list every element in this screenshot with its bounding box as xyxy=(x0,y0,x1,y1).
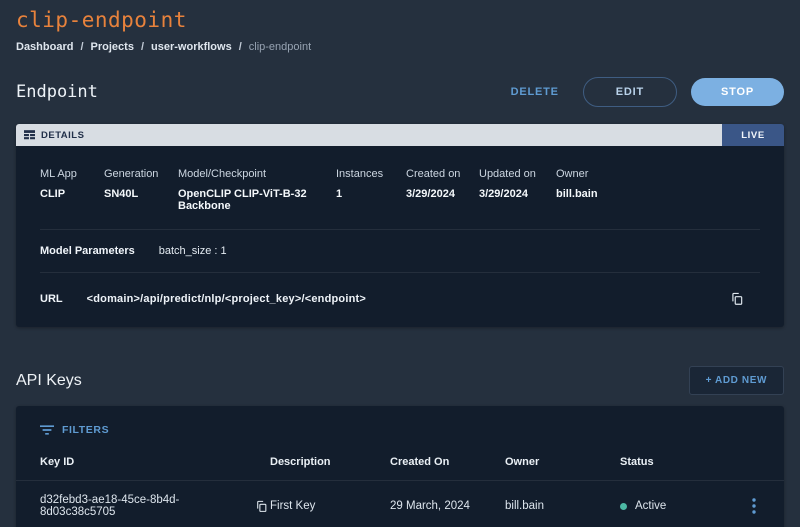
detail-field-ml-app: ML App CLIP xyxy=(40,168,104,212)
detail-field-updated-on: Updated on 3/29/2024 xyxy=(479,168,556,212)
detail-field-created-on: Created on 3/29/2024 xyxy=(406,168,479,212)
api-keys-table-header: Key ID Description Created On Owner Stat… xyxy=(16,442,784,480)
status-cell: Active xyxy=(620,500,736,512)
api-keys-title: API Keys xyxy=(16,372,82,390)
model-parameters-value: batch_size : 1 xyxy=(159,245,227,257)
detail-field-owner: Owner bill.bain xyxy=(556,168,760,212)
table-row: d32febd3-ae18-45ce-8b4d-8d03c38c5705 Fir… xyxy=(16,481,784,527)
column-header-owner: Owner xyxy=(505,456,620,468)
created-on-cell: 29 March, 2024 xyxy=(390,500,505,512)
delete-button[interactable]: DELETE xyxy=(501,80,569,104)
detail-field-generation: Generation SN40L xyxy=(104,168,178,212)
url-value: <domain>/api/predict/nlp/<project_key>/<… xyxy=(87,293,366,305)
breadcrumb-separator: / xyxy=(239,41,242,53)
breadcrumb-item-dashboard[interactable]: Dashboard xyxy=(16,41,73,53)
breadcrumb-separator: / xyxy=(141,41,144,53)
api-keys-panel: FILTERS Key ID Description Created On Ow… xyxy=(16,406,784,527)
column-header-key-id: Key ID xyxy=(40,456,270,468)
stop-button[interactable]: STOP xyxy=(691,78,784,106)
kebab-icon xyxy=(752,498,756,514)
details-header-bar: DETAILS xyxy=(16,124,722,146)
add-new-key-button[interactable]: + ADD NEW xyxy=(689,366,784,395)
url-row: URL <domain>/api/predict/nlp/<project_ke… xyxy=(40,273,760,327)
breadcrumb-item-user-workflows[interactable]: user-workflows xyxy=(151,41,232,53)
copy-icon xyxy=(730,292,744,306)
detail-field-model-checkpoint: Model/Checkpoint OpenCLIP CLIP-ViT-B-32 … xyxy=(178,168,336,212)
breadcrumb-separator: / xyxy=(80,41,83,53)
filters-button[interactable]: FILTERS xyxy=(16,406,133,442)
page-title: Endpoint xyxy=(16,82,98,102)
breadcrumb: Dashboard / Projects / user-workflows / … xyxy=(16,41,784,53)
model-parameters-row: Model Parameters batch_size : 1 xyxy=(40,230,760,272)
breadcrumb-item-current: clip-endpoint xyxy=(249,41,311,53)
status-label: Active xyxy=(635,500,666,512)
edit-button[interactable]: EDIT xyxy=(583,77,677,107)
copy-icon xyxy=(255,500,268,513)
column-header-created-on: Created On xyxy=(390,456,505,468)
filters-label: FILTERS xyxy=(62,424,109,436)
details-fields: ML App CLIP Generation SN40L Model/Check… xyxy=(40,146,760,229)
breadcrumb-item-projects[interactable]: Projects xyxy=(91,41,134,53)
details-panel: DETAILS LIVE ML App CLIP Generation SN40… xyxy=(16,124,784,327)
copy-key-button[interactable] xyxy=(253,498,270,515)
live-status-badge: LIVE xyxy=(722,124,784,146)
column-header-status: Status xyxy=(620,456,736,468)
api-keys-header: API Keys + ADD NEW xyxy=(16,366,784,395)
details-body: ML App CLIP Generation SN40L Model/Check… xyxy=(16,146,784,327)
copy-url-button[interactable] xyxy=(726,288,748,310)
details-header-label: DETAILS xyxy=(41,130,84,141)
filter-icon xyxy=(40,425,54,435)
row-menu-button[interactable] xyxy=(748,494,760,518)
endpoint-actions: DELETE EDIT STOP xyxy=(501,77,784,107)
table-icon xyxy=(24,130,35,140)
page: clip-endpoint Dashboard / Projects / use… xyxy=(0,0,800,527)
column-header-description: Description xyxy=(270,456,390,468)
owner-cell: bill.bain xyxy=(505,500,620,512)
model-parameters-label: Model Parameters xyxy=(40,245,135,257)
details-header: DETAILS LIVE xyxy=(16,124,784,146)
detail-field-instances: Instances 1 xyxy=(336,168,406,212)
status-active-dot xyxy=(620,503,627,510)
url-label: URL xyxy=(40,293,63,305)
key-id-value: d32febd3-ae18-45ce-8b4d-8d03c38c5705 xyxy=(40,494,247,518)
key-id-cell: d32febd3-ae18-45ce-8b4d-8d03c38c5705 xyxy=(40,494,270,518)
endpoint-title-row: Endpoint DELETE EDIT STOP xyxy=(16,77,784,107)
description-cell: First Key xyxy=(270,500,390,512)
app-title: clip-endpoint xyxy=(16,0,784,32)
